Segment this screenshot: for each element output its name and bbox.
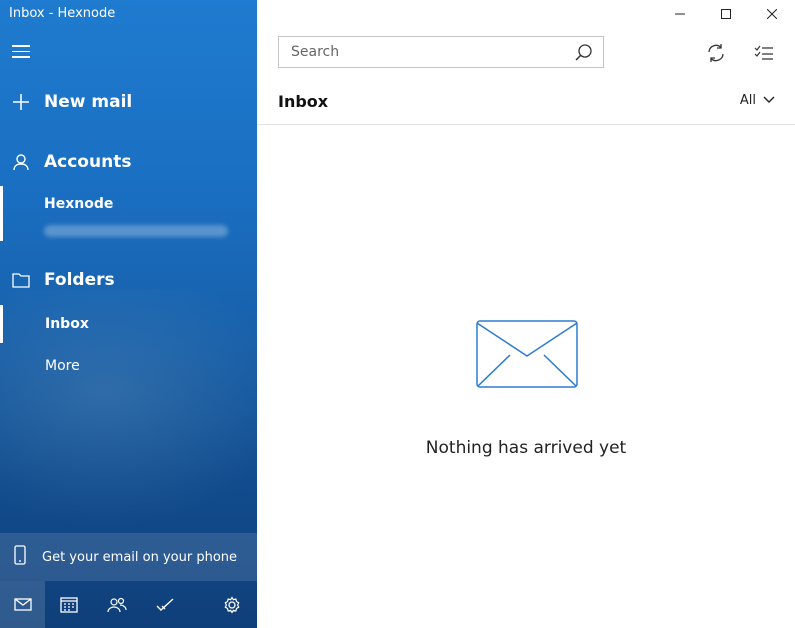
account-selected-indicator — [0, 186, 3, 241]
folder-item-more[interactable]: More — [45, 358, 80, 374]
search-input[interactable] — [289, 37, 573, 67]
background-mountains — [0, 290, 257, 550]
person-icon — [11, 153, 31, 171]
people-icon[interactable] — [93, 581, 141, 628]
settings-icon[interactable] — [208, 581, 256, 628]
inbox-heading: Inbox — [278, 92, 329, 111]
account-email-redacted — [44, 225, 228, 237]
folder-icon — [11, 272, 31, 288]
new-mail-button[interactable]: New mail — [0, 90, 257, 114]
accounts-label: Accounts — [44, 152, 132, 172]
calendar-icon[interactable] — [45, 581, 93, 628]
maximize-icon[interactable] — [703, 0, 749, 27]
mail-icon[interactable] — [0, 581, 45, 628]
select-icon[interactable] — [750, 40, 778, 66]
accounts-button[interactable]: Accounts — [0, 150, 257, 174]
empty-state-message: Nothing has arrived yet — [425, 438, 627, 458]
inbox-selected-indicator — [0, 305, 3, 343]
filter-label: All — [739, 93, 756, 108]
bottom-nav — [0, 581, 257, 628]
close-icon[interactable] — [749, 0, 795, 27]
chevron-down-icon — [763, 93, 775, 108]
envelope-icon — [476, 320, 578, 392]
get-email-on-phone-button[interactable]: Get your email on your phone — [0, 533, 257, 581]
todo-icon[interactable] — [141, 581, 189, 628]
folder-item-inbox[interactable]: Inbox — [45, 316, 89, 332]
window-title: Inbox - Hexnode — [9, 6, 116, 21]
search-box — [278, 36, 604, 68]
sidebar: Inbox - Hexnode New mail Accounts Hexnod… — [0, 0, 257, 628]
plus-icon — [11, 93, 31, 111]
message-list-pane: Inbox All Nothing has arrived yet — [257, 0, 795, 628]
window-controls — [657, 0, 795, 27]
header-divider — [257, 124, 795, 125]
phone-promo-label: Get your email on your phone — [42, 549, 238, 565]
search-icon[interactable] — [574, 43, 593, 66]
folders-label: Folders — [44, 270, 115, 290]
minimize-icon[interactable] — [657, 0, 703, 27]
new-mail-label: New mail — [44, 92, 133, 112]
folders-button[interactable]: Folders — [0, 268, 257, 292]
account-name[interactable]: Hexnode — [44, 196, 113, 212]
filter-dropdown[interactable]: All — [740, 93, 775, 108]
sync-icon[interactable] — [702, 40, 730, 66]
phone-icon — [14, 545, 26, 569]
hamburger-menu-icon[interactable] — [12, 45, 30, 59]
